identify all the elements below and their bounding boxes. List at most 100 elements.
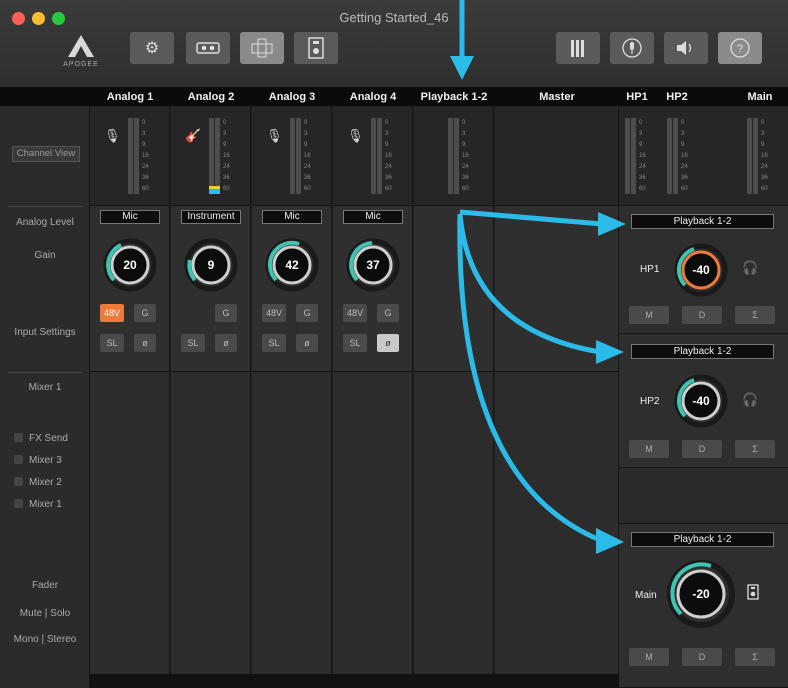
channel-view-button[interactable]: Channel View [12, 146, 80, 162]
hp1-volume-knob[interactable]: -40 [672, 241, 730, 299]
checkbox[interactable] [14, 499, 23, 508]
input-button[interactable] [610, 32, 654, 64]
phase-invert-button[interactable]: ø [134, 334, 156, 352]
group-button[interactable]: G [134, 304, 156, 322]
hp1-mute-button[interactable]: M [629, 306, 669, 324]
gain-knob[interactable]: 42 [263, 236, 321, 294]
meters-button[interactable] [556, 32, 600, 64]
guitar-icon: 🎸 [185, 128, 202, 143]
gain-label: Gain [34, 250, 56, 261]
meter-scale: 0 3 9 16 24 36 60 [304, 120, 311, 192]
meter-scale: 0 3 9 16 24 36 60 [681, 120, 688, 192]
channel-strip-master [495, 106, 619, 674]
speaker-box-icon [308, 37, 324, 59]
level-meter [128, 118, 133, 194]
hp2-mute-button[interactable]: M [629, 440, 669, 458]
headphones-icon: 🎧 [742, 392, 759, 407]
mixer-item-label: Mixer 2 [29, 477, 62, 488]
phase-invert-button[interactable]: ø [296, 334, 318, 352]
device-view-button[interactable] [186, 32, 230, 64]
level-meter [215, 118, 220, 194]
mixer-item-fx-send[interactable]: FX Send [14, 433, 68, 444]
channel-header-bar: Analog 1 Analog 2 Analog 3 Analog 4 Play… [0, 88, 788, 106]
channel-strip-analog-3: 🎙 0 3 9 16 24 36 60 Mic 42 48V G SL ø [252, 106, 332, 674]
checkbox[interactable] [14, 455, 23, 464]
gain-value: 37 [366, 258, 380, 272]
settings-button[interactable]: ⚙ [130, 32, 174, 64]
level-meter [134, 118, 139, 194]
hp1-dim-button[interactable]: D [682, 306, 722, 324]
main-source-select[interactable]: Playback 1-2 [631, 532, 774, 547]
hp1-source-select[interactable]: Playback 1-2 [631, 214, 774, 229]
meter-area: 🎙 0 3 9 16 24 36 60 [252, 106, 331, 206]
main-output-section: Playback 1-2 Main -20 M D Σ [619, 524, 788, 688]
input-source-select[interactable]: Mic [262, 210, 322, 224]
hp2-level-meter [667, 118, 672, 194]
level-meter [377, 118, 382, 194]
output-volume-button[interactable] [664, 32, 708, 64]
empty-slot [619, 468, 788, 524]
gain-knob[interactable]: 9 [182, 236, 240, 294]
level-meter [371, 118, 376, 194]
phase-invert-button[interactable]: ø [377, 334, 399, 352]
mixer-item-mixer-3[interactable]: Mixer 3 [14, 455, 62, 466]
hp2-sum-button[interactable]: Σ [735, 440, 775, 458]
checkbox[interactable] [14, 433, 23, 442]
soft-limit-button[interactable]: SL [343, 334, 367, 352]
phantom-48v-button[interactable]: 48V [100, 304, 124, 322]
hp1-sum-button[interactable]: Σ [735, 306, 775, 324]
gain-value: 42 [285, 258, 299, 272]
phase-invert-button[interactable]: ø [215, 334, 237, 352]
header-analog-2: Analog 2 [187, 91, 235, 103]
help-button[interactable]: ? [718, 32, 762, 64]
input-source-select[interactable]: Instrument [181, 210, 241, 224]
main-label: Main [635, 590, 657, 601]
output-meters: 0 3 9 16 24 36 60 0 3 9 16 24 36 60 0 3 9 16 24 36 60 [619, 106, 788, 206]
channel-strip-analog-4: 🎙 0 3 9 16 24 36 60 Mic 37 48V G SL ø [333, 106, 413, 674]
input-settings-label: Input Settings [14, 327, 76, 338]
phantom-48v-button[interactable]: 48V [343, 304, 367, 322]
main-volume-knob[interactable]: -20 [665, 558, 737, 630]
soft-limit-button[interactable]: SL [262, 334, 286, 352]
hp1-output-section: Playback 1-2 HP1 -40 🎧 M D Σ [619, 206, 788, 334]
hp1-level-meter [625, 118, 630, 194]
control-area [414, 206, 493, 372]
main-level-meter [753, 118, 758, 194]
level-meter [454, 118, 459, 194]
level-meter [290, 118, 295, 194]
input-source-select[interactable]: Mic [100, 210, 160, 224]
mixer-item-mixer-2[interactable]: Mixer 2 [14, 477, 62, 488]
main-sum-button[interactable]: Σ [735, 648, 775, 666]
hp1-level-meter [631, 118, 636, 194]
phantom-48v-button[interactable]: 48V [262, 304, 286, 322]
checkbox[interactable] [14, 477, 23, 486]
group-button[interactable]: G [377, 304, 399, 322]
mixer-view-button[interactable] [240, 32, 284, 64]
apogee-a-icon [68, 35, 94, 57]
hp2-dim-button[interactable]: D [682, 440, 722, 458]
apogee-logo: APOGEE [58, 34, 104, 68]
gain-knob[interactable]: 20 [101, 236, 159, 294]
gain-knob[interactable]: 37 [344, 236, 402, 294]
group-button[interactable]: G [296, 304, 318, 322]
meter-area [495, 106, 618, 206]
hp2-source-select[interactable]: Playback 1-2 [631, 344, 774, 359]
main-mute-button[interactable]: M [629, 648, 669, 666]
meter-area: 🎙 0 3 9 16 24 36 60 [333, 106, 412, 206]
soft-limit-button[interactable]: SL [181, 334, 205, 352]
group-button[interactable]: G [215, 304, 237, 322]
hp2-volume-knob[interactable]: -40 [672, 372, 730, 430]
header-playback: Playback 1-2 [420, 91, 488, 103]
meter-scale: 0 3 9 16 24 36 60 [639, 120, 646, 192]
soft-limit-button[interactable]: SL [100, 334, 124, 352]
sidebar-divider [8, 372, 82, 373]
mixer-item-mixer-1[interactable]: Mixer 1 [14, 499, 62, 510]
main-dim-button[interactable]: D [682, 648, 722, 666]
output-view-button[interactable] [294, 32, 338, 64]
meter-scale: 0 3 9 16 24 36 60 [761, 120, 768, 192]
channel-strip-playback: 0 3 9 16 24 36 60 [414, 106, 494, 674]
level-meter [448, 118, 453, 194]
input-source-select[interactable]: Mic [343, 210, 403, 224]
window-title: Getting Started_46 [339, 10, 449, 25]
main-level-meter [747, 118, 752, 194]
